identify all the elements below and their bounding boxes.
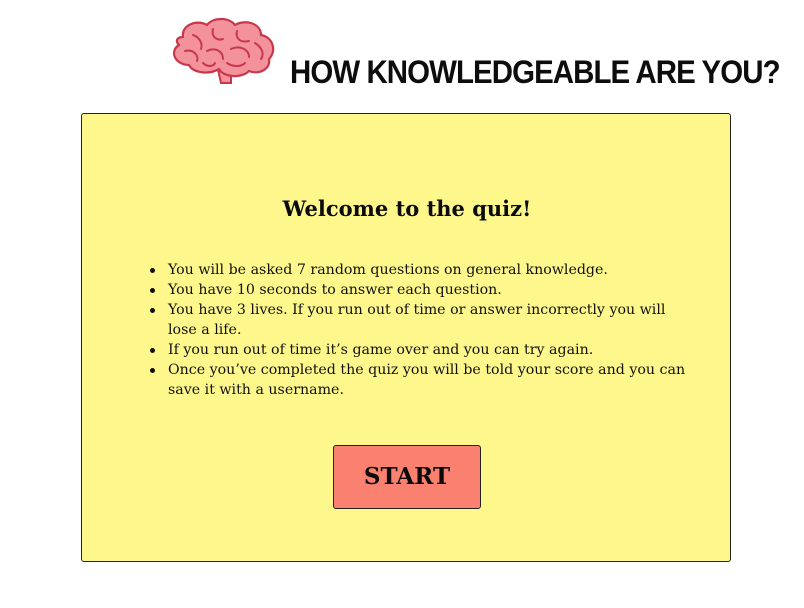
welcome-heading: Welcome to the quiz!: [282, 196, 532, 221]
page-header: How knowledgeable are you?: [0, 0, 804, 110]
brain-icon: [165, 17, 277, 85]
rule-item: Once you’ve completed the quiz you will …: [150, 360, 688, 400]
rule-item: You will be asked 7 random questions on …: [150, 260, 688, 280]
rules-list: You will be asked 7 random questions on …: [150, 260, 688, 400]
start-button[interactable]: START: [333, 445, 481, 509]
quiz-welcome-card: Welcome to the quiz! You will be asked 7…: [81, 113, 731, 562]
rule-item: If you run out of time it’s game over an…: [150, 340, 688, 360]
rule-item: You have 3 lives. If you run out of time…: [150, 300, 688, 340]
rule-item: You have 10 seconds to answer each quest…: [150, 280, 688, 300]
page-title: How knowledgeable are you?: [290, 54, 781, 90]
